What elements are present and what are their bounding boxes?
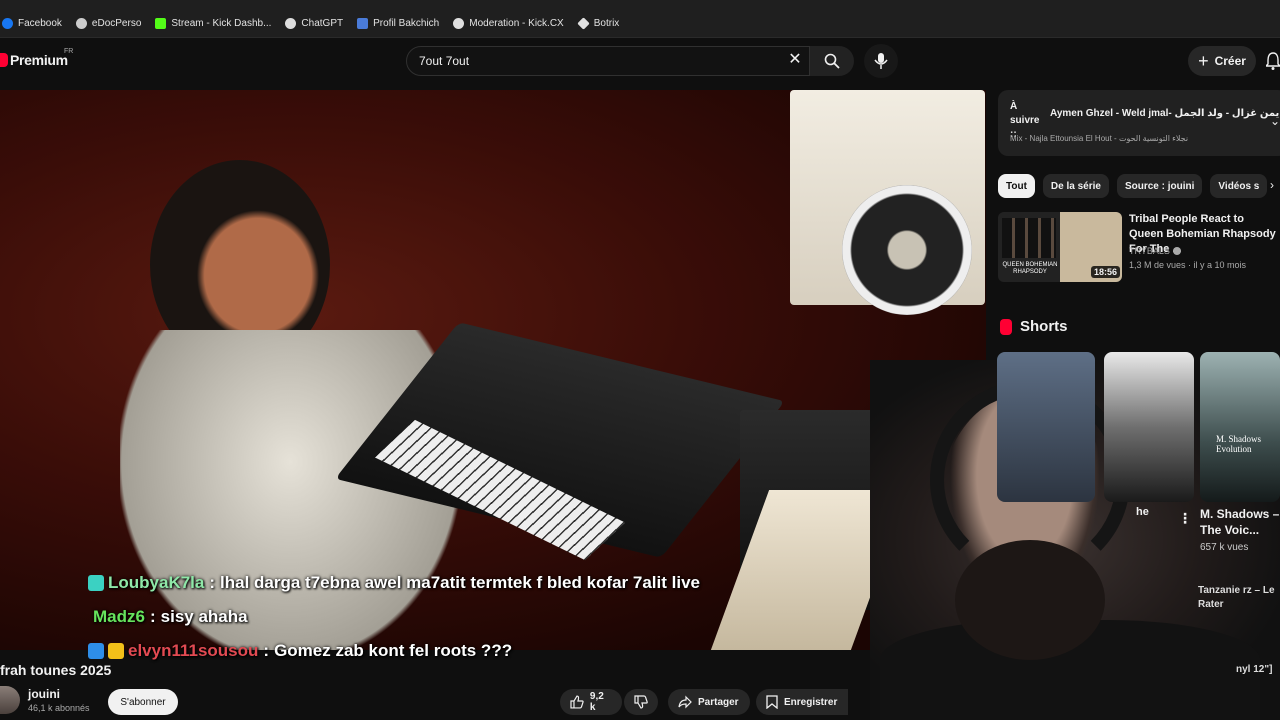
bookmark-edocperso[interactable]: eDocPerso	[75, 18, 141, 29]
create-button[interactable]: + Créer	[1188, 46, 1256, 76]
chat-username: LoubyaK7la	[108, 573, 205, 592]
chat-badge-icon	[88, 575, 104, 591]
more-options-icon[interactable]: ⋮	[1178, 510, 1192, 527]
like-button[interactable]: 9,2 k	[560, 689, 622, 715]
subscriber-count: 46,1 k abonnés	[28, 703, 90, 713]
share-icon	[678, 695, 692, 709]
duration-badge: 18:56	[1091, 266, 1121, 278]
thumbnail-queen-image	[1002, 218, 1056, 258]
chatgpt-icon	[285, 18, 297, 29]
channel-info[interactable]: jouini 46,1 k abonnés	[0, 686, 90, 714]
dislike-button[interactable]	[624, 689, 658, 715]
bookmark-botrix[interactable]: Botrix	[577, 17, 619, 30]
kick-icon	[155, 18, 167, 29]
facebook-icon	[2, 18, 13, 29]
search-icon	[824, 53, 840, 69]
notifications-bell-icon[interactable]	[1266, 52, 1280, 70]
chip-de-la-serie[interactable]: De la série	[1042, 174, 1109, 198]
channel-avatar[interactable]	[0, 686, 20, 714]
bookmark-moderation[interactable]: Moderation - Kick.CX	[453, 18, 564, 29]
search-button[interactable]	[810, 46, 854, 76]
chat-username: Madz6	[93, 607, 145, 626]
chat-username: elvyn111sousou	[128, 641, 259, 660]
bookmark-chatgpt[interactable]: ChatGPT	[285, 18, 343, 29]
channel-name[interactable]: jouini	[28, 687, 90, 701]
bookmarks-bar: Facebook eDocPerso Stream - Kick Dashb..…	[0, 10, 1280, 38]
thumbs-up-icon	[570, 695, 584, 709]
bookmark-facebook[interactable]: Facebook	[2, 18, 62, 29]
chip-videos[interactable]: Vidéos s	[1210, 174, 1268, 198]
short-thumbnail-3[interactable]	[1200, 352, 1280, 502]
shorts-section-header: Shorts	[1000, 318, 1068, 335]
bakchich-icon	[357, 18, 369, 29]
youtube-header: Premium FR 7out 7out ✕ + Créer	[0, 38, 1280, 90]
recommended-video[interactable]: QUEEN BOHEMIAN RHAPSODY 18:56 Tribal Peo…	[998, 212, 1280, 284]
chat-message: Madz6: sisy ahaha	[88, 600, 700, 634]
chat-badge-icon	[88, 643, 104, 659]
browser-tab-strip	[0, 0, 1280, 10]
chip-source-jouini[interactable]: Source : jouini	[1116, 174, 1203, 198]
youtube-premium-logo[interactable]: Premium FR	[0, 48, 73, 68]
chat-text: lhal darga t7ebna awel ma7atit termtek f…	[220, 573, 700, 592]
voice-search-button[interactable]	[864, 44, 898, 78]
up-next-card[interactable]: À suivre :: Aymen Ghzel - Weld jmal- ايم…	[998, 90, 1280, 156]
chat-text: sisy ahaha	[160, 607, 248, 626]
short-thumbnail-2[interactable]	[1104, 352, 1194, 502]
bookmark-kick-dashboard[interactable]: Stream - Kick Dashb...	[155, 18, 271, 29]
save-button[interactable]: Enregistrer	[756, 689, 848, 715]
short-views: 657 k vues	[1200, 542, 1249, 553]
crown-badge-icon	[108, 643, 124, 659]
recommended-thumbnail[interactable]: QUEEN BOHEMIAN RHAPSODY 18:56	[998, 212, 1122, 282]
chip-tout[interactable]: Tout	[998, 174, 1035, 198]
moderation-icon	[453, 18, 465, 29]
chat-text: Gomez zab kont fel roots ???	[274, 641, 513, 660]
thumbs-down-icon	[634, 695, 648, 709]
short-title[interactable]: M. Shadows – The Voic...	[1200, 506, 1280, 538]
video-title: frah tounes 2025	[0, 662, 112, 678]
bookmark-icon	[766, 695, 778, 709]
region-code: FR	[64, 48, 74, 55]
filter-chips: Tout De la série Source : jouini Vidéos …	[998, 174, 1268, 198]
edocperso-icon	[75, 18, 87, 29]
short-thumbnail-1[interactable]	[997, 352, 1095, 502]
shorts-icon	[1000, 318, 1012, 335]
search-input[interactable]: 7out 7out	[406, 46, 810, 76]
stream-chat-overlay: LoubyaK7la: lhal darga t7ebna awel ma7at…	[88, 566, 700, 668]
verified-icon	[1172, 247, 1181, 255]
subscribe-button[interactable]: S'abonner	[108, 689, 178, 715]
chevron-right-icon[interactable]: ›	[1270, 178, 1274, 192]
clear-search-icon[interactable]: ✕	[786, 51, 804, 69]
recommended-channel[interactable]: TRYBALS	[1129, 246, 1181, 256]
youtube-logo-icon	[0, 53, 8, 67]
chat-message: elvyn111sousou: Gomez zab kont fel roots…	[88, 634, 700, 668]
share-button[interactable]: Partager	[668, 689, 750, 715]
chat-message: LoubyaK7la: lhal darga t7ebna awel ma7at…	[88, 566, 700, 600]
video-speaker-cone	[842, 185, 972, 315]
microphone-icon	[874, 53, 888, 69]
bookmark-profil-bakchich[interactable]: Profil Bakchich	[357, 18, 439, 29]
botrix-icon	[577, 17, 590, 30]
plus-icon: +	[1198, 50, 1209, 71]
chevron-down-icon[interactable]: ⌄	[1270, 114, 1280, 128]
